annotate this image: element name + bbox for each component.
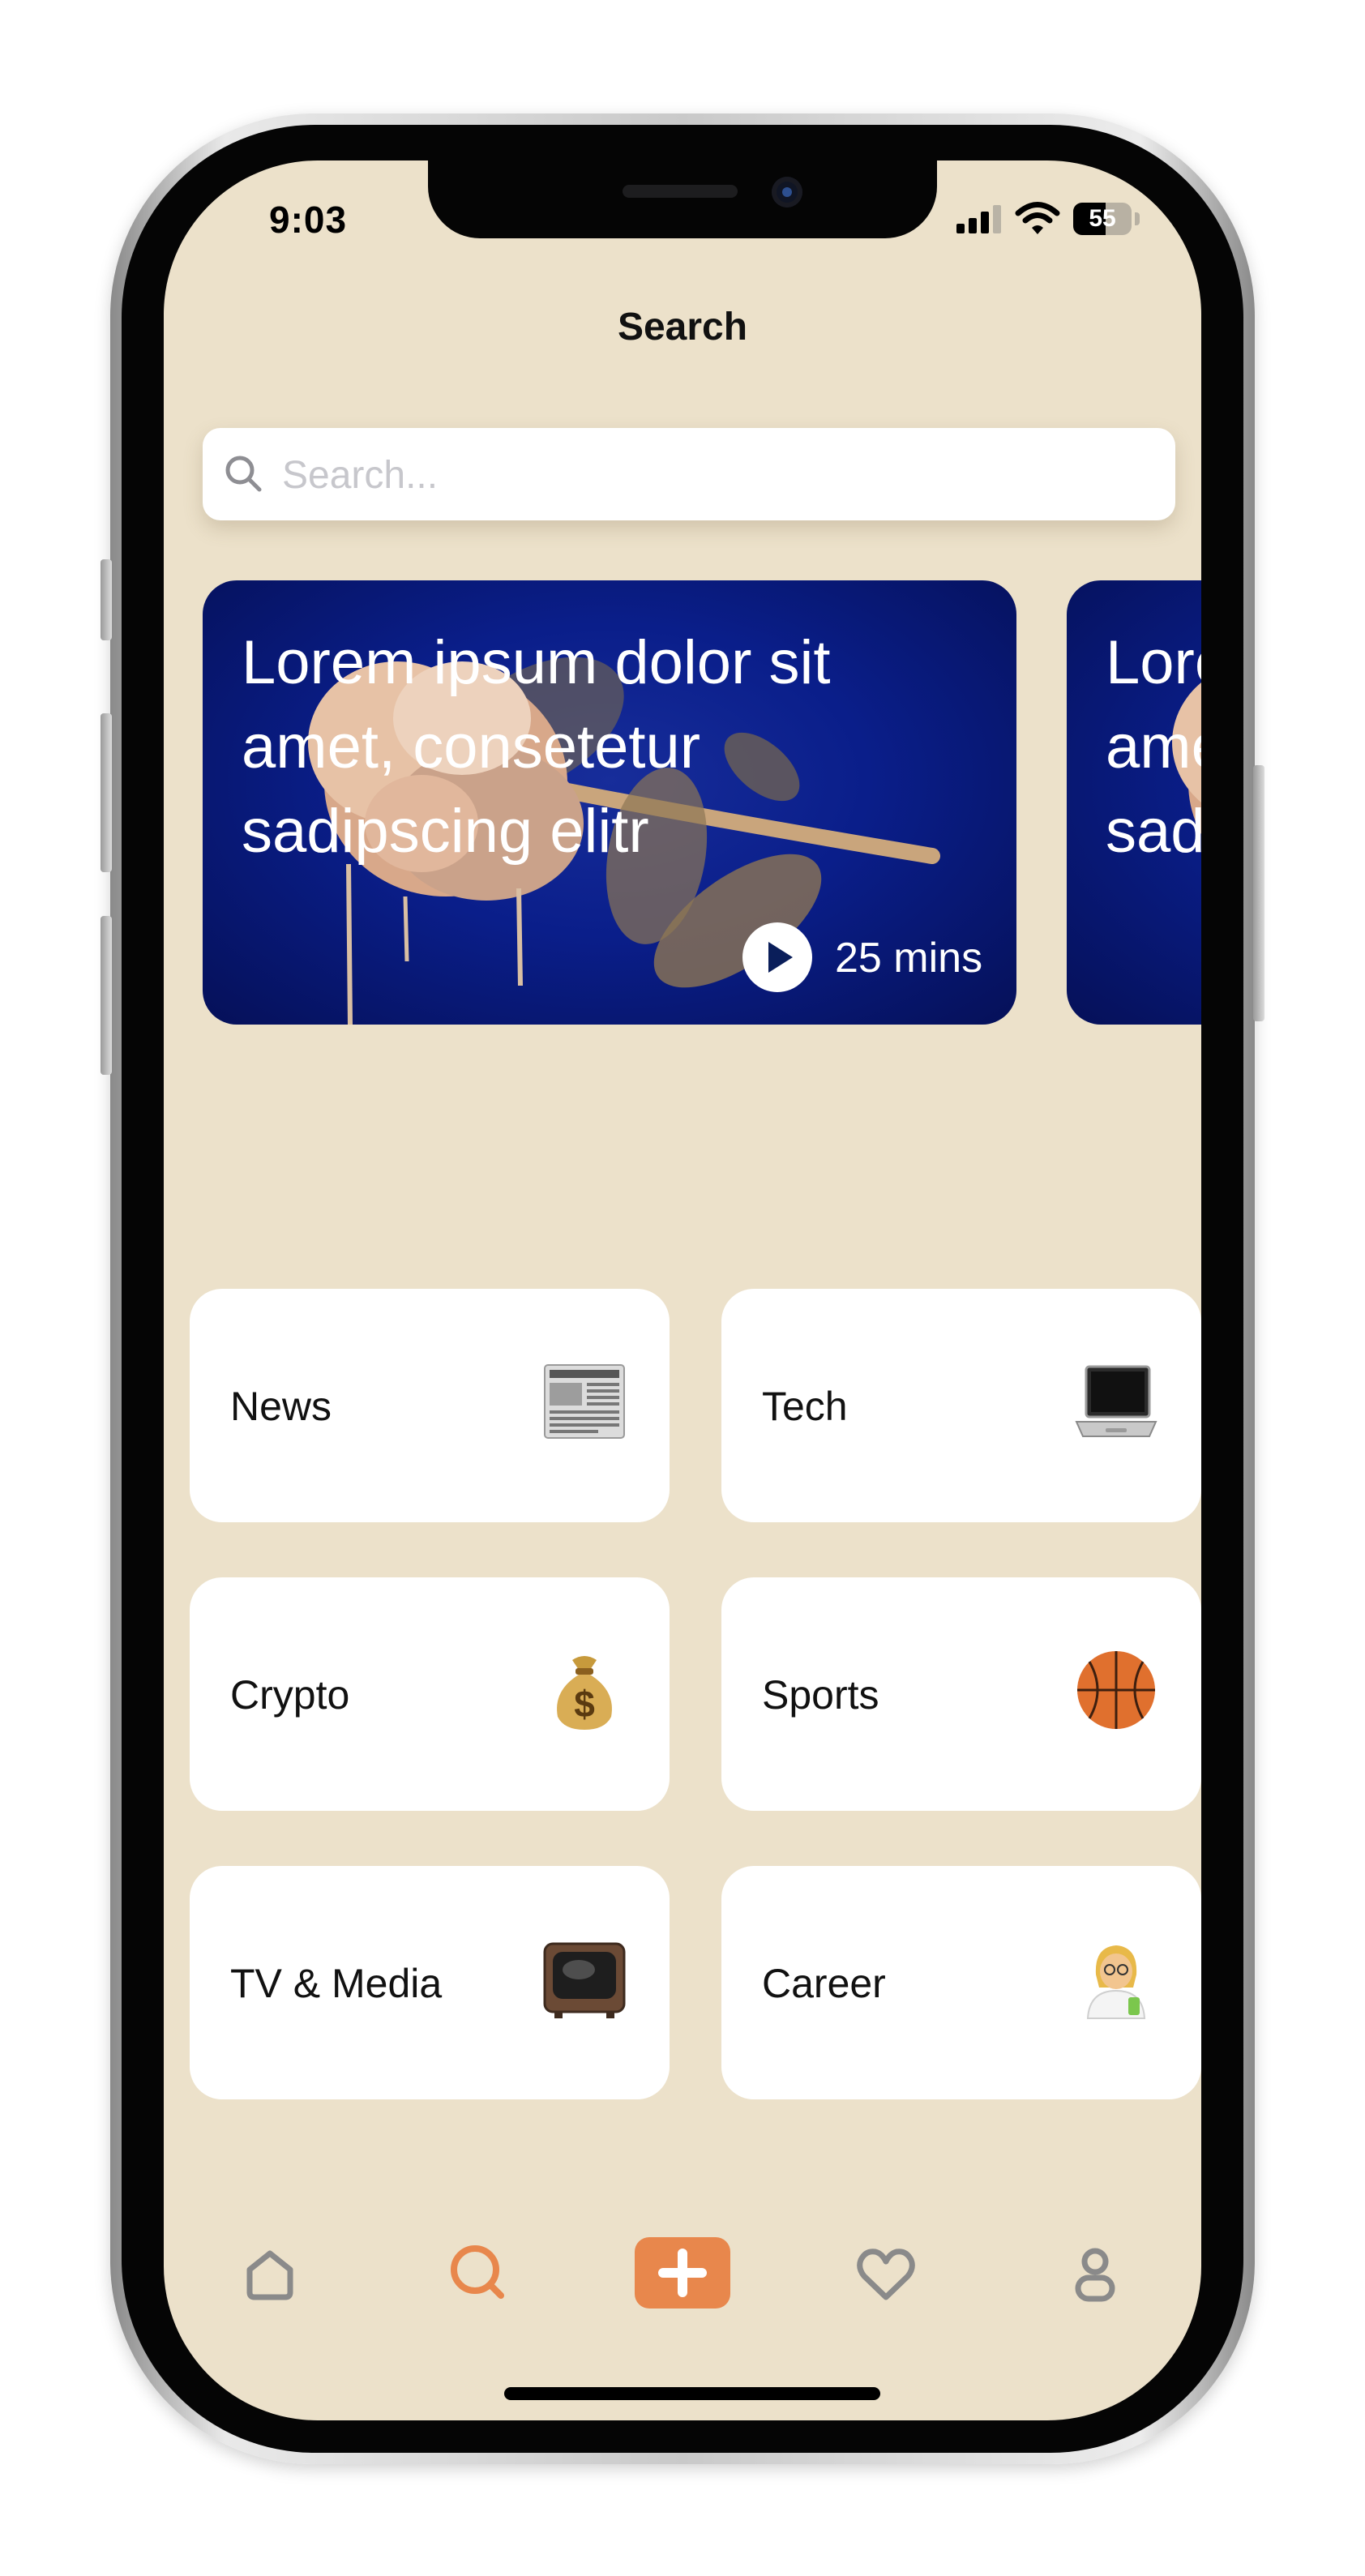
scientist-icon: [1086, 1945, 1146, 2019]
category-card-crypto[interactable]: Crypto $: [190, 1577, 670, 1811]
tab-search[interactable]: [426, 2219, 532, 2325]
tab-profile[interactable]: [1042, 2219, 1148, 2325]
tab-favorites[interactable]: [833, 2219, 939, 2325]
wifi-icon: [1015, 202, 1060, 234]
status-time: 9:03: [269, 199, 348, 241]
volume-down-button: [101, 916, 112, 1075]
svg-text:$: $: [574, 1683, 595, 1725]
featured-card[interactable]: Lorem ipsum dolor sit amet, consetetur s…: [203, 580, 1016, 1025]
category-label: Career: [762, 1961, 886, 2006]
silent-switch: [101, 559, 112, 640]
tab-home[interactable]: [217, 2219, 323, 2325]
play-icon: [768, 942, 793, 973]
laptop-icon: [1075, 1365, 1157, 1437]
featured-card[interactable]: Lorem ipsum dolor sit amet, consetetur s…: [1067, 580, 1201, 1025]
category-label: TV & Media: [230, 1961, 443, 2006]
notch: [428, 160, 937, 238]
tab-add[interactable]: [630, 2219, 735, 2325]
category-card-tv-media[interactable]: TV & Media: [190, 1866, 670, 2099]
category-card-news[interactable]: News: [190, 1289, 670, 1522]
search-icon: [225, 456, 262, 492]
cellular-signal-icon: [956, 204, 1005, 233]
newspaper-icon: [544, 1364, 625, 1439]
category-label: News: [230, 1384, 332, 1429]
category-card-tech[interactable]: Tech: [721, 1289, 1201, 1522]
home-icon: [246, 2250, 293, 2300]
category-card-career[interactable]: Career: [721, 1866, 1201, 2099]
volume-up-button: [101, 713, 112, 872]
search-bar[interactable]: [203, 428, 1175, 522]
basketball-icon: [1077, 1651, 1155, 1729]
category-card-sports[interactable]: Sports: [721, 1577, 1201, 1811]
television-icon: [543, 1942, 626, 2018]
home-indicator[interactable]: [504, 2387, 880, 2400]
earpiece-speaker: [623, 185, 738, 198]
featured-card-duration: 25 mins: [835, 935, 983, 982]
front-camera: [772, 177, 802, 208]
search-icon: [451, 2245, 504, 2299]
featured-card-title: Lorem ipsum dolor sit amet, consetetur s…: [1106, 628, 1201, 866]
app-screen: 9:03 55 Search Search... Lorem ipsum dol…: [164, 160, 1201, 2420]
play-button[interactable]: [742, 922, 812, 992]
battery-level: 55: [1089, 205, 1116, 232]
featured-card-title: Lorem ipsum dolor sit amet, consetetur s…: [242, 628, 831, 866]
plus-icon: [635, 2237, 730, 2309]
tab-bar: [164, 2219, 1201, 2333]
search-input[interactable]: [280, 428, 1156, 522]
page-title: Search: [617, 306, 748, 349]
money-bag-icon: $: [557, 1656, 612, 1730]
category-label: Tech: [762, 1384, 848, 1429]
featured-carousel[interactable]: Lorem ipsum dolor sit amet, consetetur s…: [203, 580, 1201, 1025]
heart-icon: [857, 2249, 915, 2300]
status-icons: 55: [956, 202, 1143, 235]
battery-icon: 55: [1073, 203, 1132, 235]
person-icon: [1075, 2248, 1115, 2302]
battery-tip: [1135, 212, 1140, 225]
category-label: Sports: [762, 1672, 879, 1718]
category-label: Crypto: [230, 1672, 350, 1718]
power-button: [1253, 765, 1264, 1021]
